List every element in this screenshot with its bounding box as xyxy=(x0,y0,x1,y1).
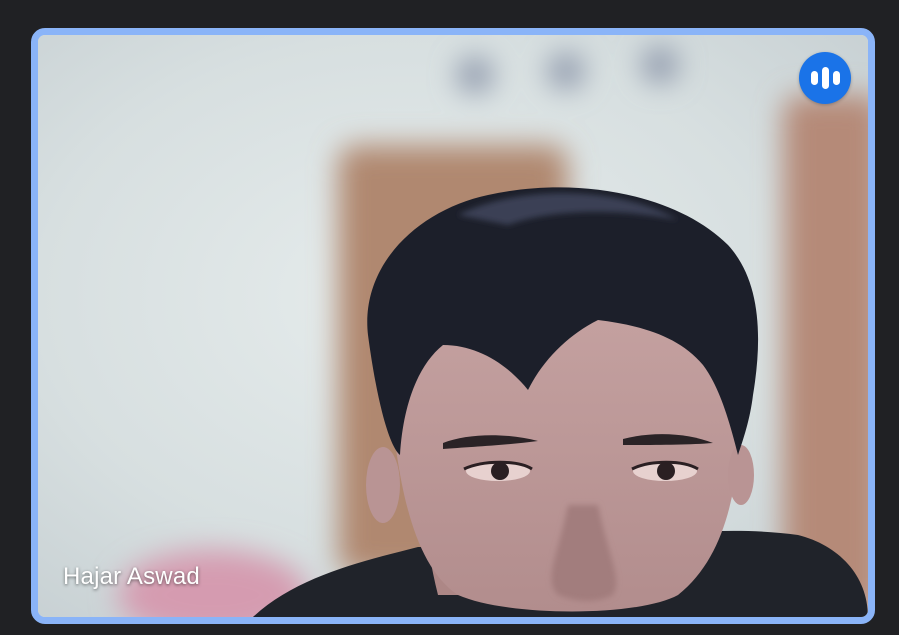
participant-video-feed xyxy=(38,35,868,617)
participant-name-label: Hajar Aswad xyxy=(63,563,200,590)
audio-level-bar xyxy=(810,71,818,85)
participant-video-tile[interactable]: Hajar Aswad xyxy=(31,28,875,624)
audio-level-bar xyxy=(832,71,840,85)
speaking-indicator-button[interactable] xyxy=(799,52,851,104)
audio-level-bar xyxy=(821,67,829,89)
